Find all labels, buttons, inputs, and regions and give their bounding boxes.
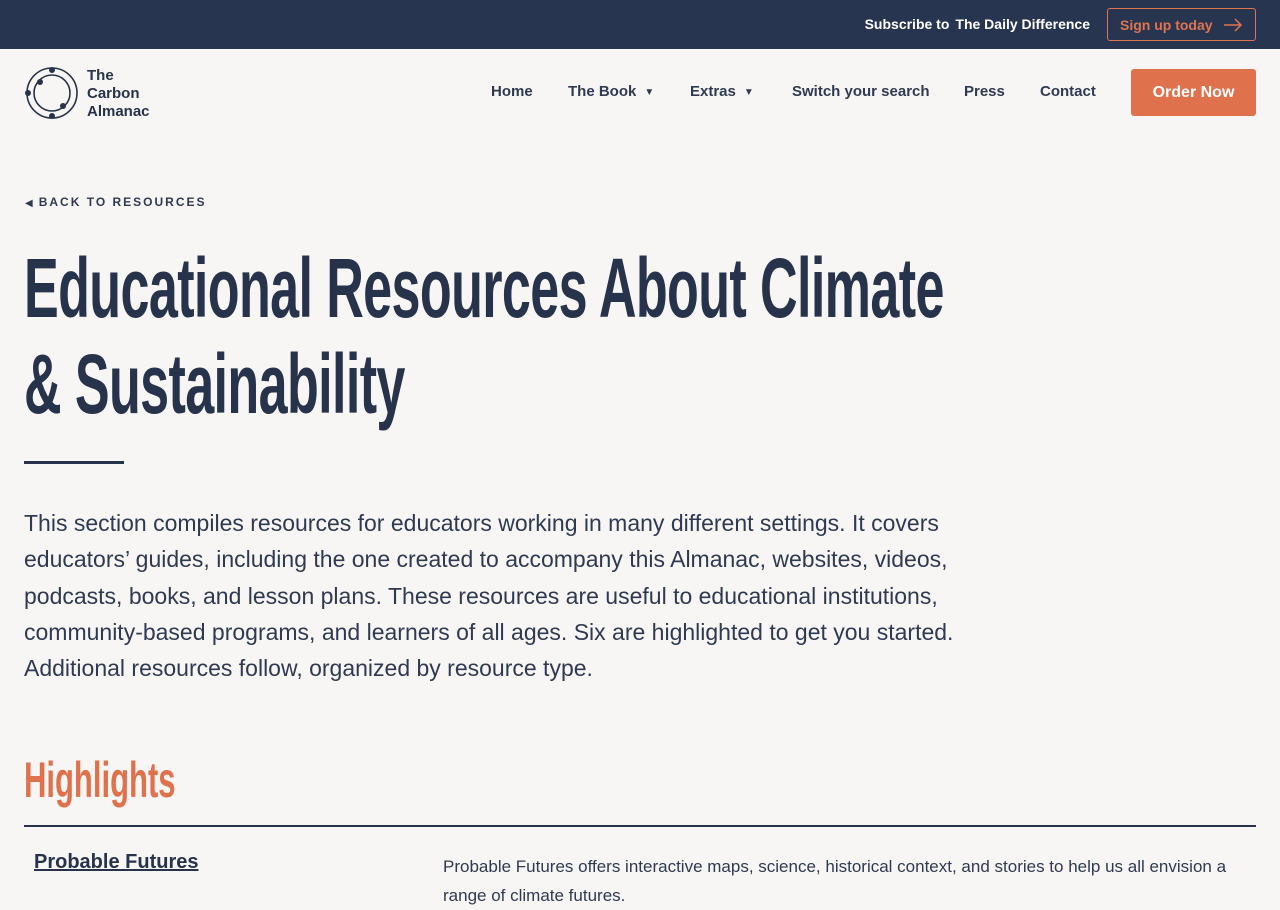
page-title: Educational Resources About Climate & Su… xyxy=(24,240,991,432)
order-now-button[interactable]: Order Now xyxy=(1131,69,1256,116)
nav-the-book-label: The Book xyxy=(568,83,637,100)
resource-description: Probable Futures offers interactive maps… xyxy=(443,857,1227,905)
nav-press[interactable]: Press xyxy=(964,83,1005,100)
nav-extras-label: Extras xyxy=(690,83,736,100)
back-link-label: BACK TO RESOURCES xyxy=(38,195,207,209)
nav-the-book[interactable]: The Book ▼ xyxy=(568,83,654,100)
page-title-line-2: & Sustainability xyxy=(24,337,405,431)
carbon-almanac-logo-icon xyxy=(25,67,78,119)
back-triangle-icon: ◀ xyxy=(25,198,33,209)
section-divider xyxy=(24,825,1256,827)
arrow-right-icon xyxy=(1224,18,1243,32)
nav-contact[interactable]: Contact xyxy=(1040,83,1096,100)
highlights-heading: Highlights xyxy=(24,752,176,808)
nav-extras[interactable]: Extras ▼ xyxy=(690,83,754,100)
nav-switch-label: Switch your search xyxy=(792,83,930,100)
order-now-label: Order Now xyxy=(1152,83,1235,101)
subscribe-prefix: Subscribe to xyxy=(864,16,950,32)
newsletter-name: The Daily Difference xyxy=(955,16,1090,32)
caret-down-icon: ▼ xyxy=(644,87,655,98)
nav-contact-label: Contact xyxy=(1040,83,1096,100)
nav-home[interactable]: Home xyxy=(491,83,533,100)
logo-wordmark: The Carbon Almanac xyxy=(87,67,150,121)
logo-line-1: The xyxy=(87,67,114,84)
logo-line-2: Carbon xyxy=(87,85,140,102)
nav-switch-your-search[interactable]: Switch your search xyxy=(792,83,930,100)
sign-up-label: Sign up today xyxy=(1120,16,1213,33)
back-to-resources-link[interactable]: ◀ BACK TO RESOURCES xyxy=(25,195,207,209)
resource-link-probable-futures[interactable]: Probable Futures xyxy=(34,851,198,874)
subscribe-text: Subscribe to The Daily Difference xyxy=(865,16,1090,32)
top-announcement-bar: Subscribe to The Daily Difference Sign up… xyxy=(0,0,1280,49)
sign-up-button[interactable]: Sign up today xyxy=(1107,8,1256,41)
page-title-line-1: Educational Resources About Climate xyxy=(24,241,944,335)
logo-line-3: Almanac xyxy=(87,103,150,120)
caret-down-icon: ▼ xyxy=(743,87,754,98)
site-header: The Carbon Almanac Home The Book ▼ Extras… xyxy=(0,49,1280,135)
title-divider xyxy=(24,461,124,464)
nav-home-label: Home xyxy=(491,83,533,100)
nav-press-label: Press xyxy=(964,83,1005,100)
site-logo[interactable]: The Carbon Almanac xyxy=(25,65,165,121)
intro-paragraph: This section compiles resources for educ… xyxy=(24,510,954,682)
